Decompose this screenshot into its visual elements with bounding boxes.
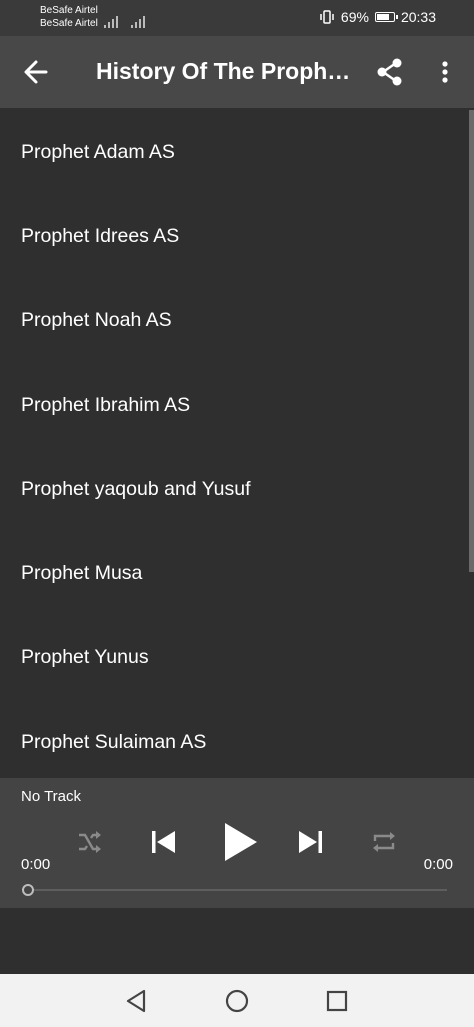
circle-home-icon bbox=[225, 989, 249, 1013]
more-vertical-icon bbox=[442, 61, 448, 83]
elapsed-time: 0:00 bbox=[21, 856, 51, 873]
total-duration: 0:00 bbox=[423, 856, 453, 873]
list-item[interactable]: Prophet Adam AS bbox=[0, 110, 474, 194]
list-item[interactable]: Prophet yaqoub and Yusuf bbox=[0, 447, 474, 531]
system-nav-bar bbox=[0, 974, 474, 1027]
back-button[interactable] bbox=[18, 54, 54, 90]
battery-percent: 69% bbox=[340, 9, 369, 25]
scrollbar-thumb[interactable] bbox=[469, 110, 474, 572]
seek-bar[interactable] bbox=[29, 889, 447, 891]
list-item[interactable]: Prophet Sulaiman AS bbox=[0, 700, 474, 778]
previous-button[interactable] bbox=[147, 826, 179, 863]
next-button[interactable] bbox=[295, 826, 327, 863]
seek-handle[interactable] bbox=[22, 884, 34, 896]
shuffle-icon bbox=[79, 831, 101, 853]
signal-2-icon bbox=[131, 10, 147, 28]
prophet-list: Prophet Adam AS Prophet Idrees AS Prophe… bbox=[0, 110, 474, 778]
status-bar: BeSafe Airtel BeSafe Airtel 69% 20:33 bbox=[0, 0, 474, 36]
play-icon bbox=[225, 823, 257, 861]
skip-previous-icon bbox=[152, 831, 175, 853]
list-item[interactable]: Prophet Idrees AS bbox=[0, 194, 474, 278]
skip-next-icon bbox=[299, 831, 322, 853]
nav-recents-button[interactable] bbox=[323, 987, 351, 1015]
app-bar: History Of The Prophets bbox=[0, 36, 474, 108]
media-player: No Track 0:00 0:00 bbox=[0, 778, 474, 908]
arrow-left-icon bbox=[24, 60, 48, 84]
carrier-1: BeSafe Airtel bbox=[40, 5, 98, 16]
repeat-button[interactable] bbox=[370, 828, 398, 861]
carrier-labels: BeSafe Airtel BeSafe Airtel bbox=[40, 4, 98, 30]
empty-area bbox=[0, 908, 474, 974]
list-item[interactable]: Prophet Noah AS bbox=[0, 279, 474, 363]
play-button[interactable] bbox=[221, 820, 261, 869]
list-item[interactable]: Prophet Yunus bbox=[0, 616, 474, 700]
carrier-2: BeSafe Airtel bbox=[40, 18, 98, 29]
signal-1-icon bbox=[104, 10, 120, 28]
repeat-icon bbox=[373, 832, 395, 852]
page-title: History Of The Prophets bbox=[96, 58, 351, 84]
square-recents-icon bbox=[326, 990, 348, 1012]
nav-home-button[interactable] bbox=[223, 987, 251, 1015]
more-options-button[interactable] bbox=[433, 56, 457, 88]
triangle-back-icon bbox=[126, 989, 146, 1013]
share-icon bbox=[377, 58, 402, 86]
vibrate-icon bbox=[320, 10, 334, 24]
track-name: No Track bbox=[21, 788, 82, 805]
status-right: 69% 20:33 bbox=[319, 9, 436, 25]
battery-icon bbox=[374, 12, 398, 22]
clock: 20:33 bbox=[400, 9, 436, 25]
nav-back-button[interactable] bbox=[123, 987, 151, 1015]
shuffle-button[interactable] bbox=[75, 828, 103, 861]
list-item[interactable]: Prophet Ibrahim AS bbox=[0, 363, 474, 447]
share-button[interactable] bbox=[374, 56, 406, 88]
list-item[interactable]: Prophet Musa bbox=[0, 531, 474, 615]
